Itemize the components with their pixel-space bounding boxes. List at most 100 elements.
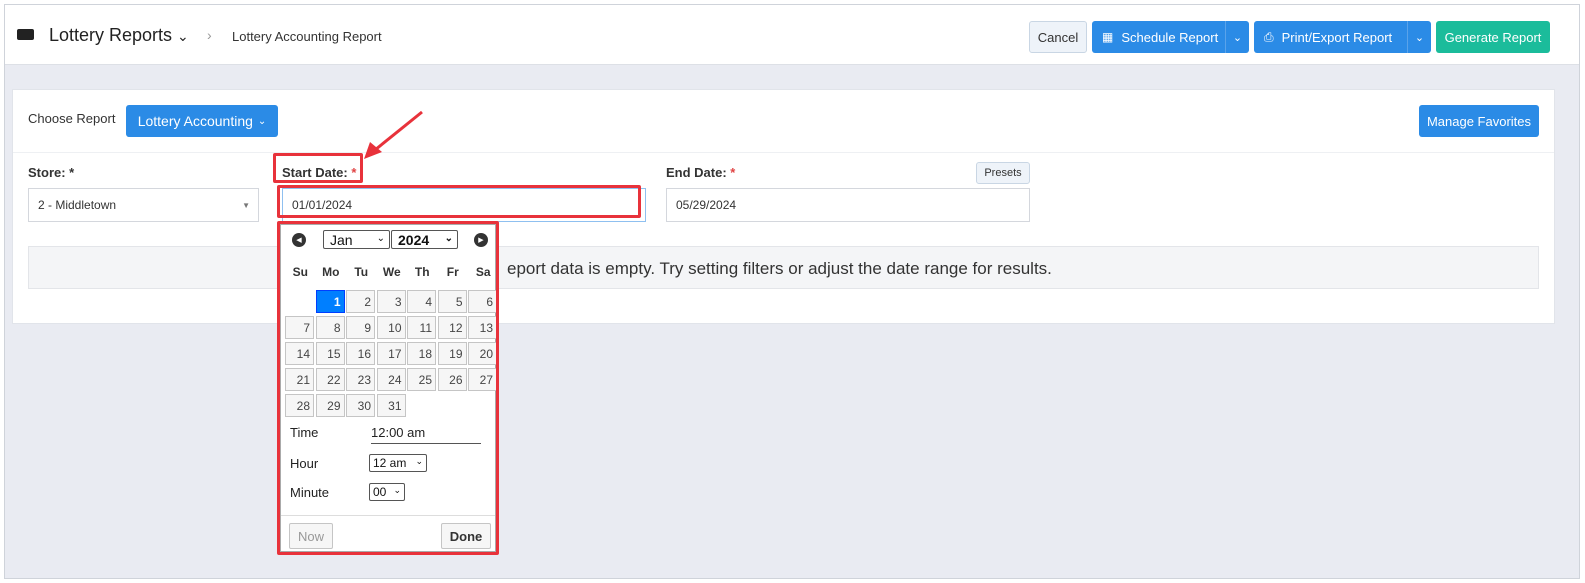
calendar-day[interactable]: 26: [437, 368, 467, 391]
chevron-down-icon: ⌄: [257, 115, 267, 127]
chevron-right-icon: ›: [207, 27, 212, 43]
calendar-day[interactable]: 11: [407, 316, 436, 339]
calendar-grid: 1 2 3 4 5 6 7 8 9 10 11 12 13 14 15 16 17 18 19 20 21 22 23 24 2…: [285, 290, 499, 420]
hour-select-value: 12 am: [373, 456, 407, 470]
generate-report-button[interactable]: Generate Report: [1436, 21, 1550, 53]
annotation-arrow-icon: [364, 110, 423, 159]
calendar-empty-cell: [438, 394, 467, 417]
divider: [13, 152, 1554, 153]
calendar-day[interactable]: 17: [376, 342, 406, 365]
calendar-week-row: 123456: [285, 290, 499, 316]
calendar-day[interactable]: 3: [376, 290, 406, 313]
calendar-day[interactable]: 4: [407, 290, 436, 313]
chevron-down-icon: ⌄: [415, 456, 423, 466]
calendar-day[interactable]: 6: [468, 290, 497, 313]
calendar-day[interactable]: 28: [285, 394, 314, 417]
calendar-day[interactable]: 5: [437, 290, 467, 313]
presets-button[interactable]: Presets: [976, 162, 1030, 184]
weekday-label: Fr: [446, 265, 459, 279]
calendar-day[interactable]: 8: [315, 316, 345, 339]
print-dropdown-toggle[interactable]: ⌄: [1407, 21, 1431, 53]
time-label: Time: [290, 425, 319, 440]
calendar-day[interactable]: 29: [315, 394, 345, 417]
chevron-down-icon: ⌄: [444, 233, 453, 244]
calendar-day[interactable]: 30: [346, 394, 375, 417]
year-select[interactable]: 2024 ⌄: [391, 230, 458, 249]
calendar-empty-cell: [407, 394, 436, 417]
calendar-day[interactable]: 18: [407, 342, 436, 365]
calendar-empty-cell: [285, 290, 314, 313]
chevron-down-icon: ⌄: [376, 233, 385, 244]
manage-favorites-button[interactable]: Manage Favorites: [1419, 105, 1539, 137]
calendar-day[interactable]: 1: [315, 290, 345, 313]
hour-select[interactable]: 12 am ⌄: [369, 454, 427, 472]
calendar-day[interactable]: 13: [468, 316, 497, 339]
calendar-day[interactable]: 22: [315, 368, 345, 391]
calendar-day[interactable]: 25: [407, 368, 436, 391]
schedule-dropdown-toggle[interactable]: ⌄: [1225, 21, 1249, 53]
ticket-icon: [17, 29, 34, 40]
empty-message: eport data is empty. Try setting filters…: [507, 259, 1052, 278]
end-date-label-text: End Date:: [666, 165, 727, 180]
choose-report-label: Choose Report: [28, 111, 116, 126]
report-panel: Choose Report Lottery Accounting ⌄ Manag…: [12, 89, 1555, 324]
minute-select-value: 00: [373, 485, 387, 499]
prev-month-icon[interactable]: ◀: [292, 233, 306, 247]
month-select-value: Jan: [330, 231, 353, 248]
weekday-label: Th: [414, 265, 430, 279]
start-date-label-text: Start Date:: [282, 165, 348, 180]
chevron-down-icon: ⌄: [393, 485, 401, 495]
top-bar: Lottery Reports ⌄ › Lottery Accounting R…: [5, 5, 1579, 65]
next-month-icon[interactable]: ▶: [474, 233, 488, 247]
print-export-button[interactable]: ⎙ Print/Export Report ⌄: [1254, 21, 1431, 53]
calendar-day[interactable]: 2: [346, 290, 375, 313]
calendar-day[interactable]: 27: [468, 368, 497, 391]
report-dropdown-label: Lottery Accounting: [137, 113, 253, 129]
calendar-day[interactable]: 14: [285, 342, 314, 365]
calendar-day[interactable]: 7: [285, 316, 314, 339]
weekday-label: Mo: [322, 265, 340, 279]
datepicker: ◀ Jan ⌄ 2024 ⌄ ▶ Su Mo Tu We Th Fr Sa 12…: [280, 224, 499, 552]
datepicker-footer-divider: [281, 515, 495, 516]
app-frame: Lottery Reports ⌄ › Lottery Accounting R…: [4, 4, 1580, 579]
calendar-week-row: 14 15 16 17 18 19 20: [285, 342, 499, 368]
store-label: Store: *: [28, 165, 75, 180]
calendar-day[interactable]: 15: [315, 342, 345, 365]
calendar-day[interactable]: 23: [346, 368, 375, 391]
app-title[interactable]: Lottery Reports: [49, 25, 172, 46]
calendar-empty-cell: [468, 394, 497, 417]
store-select[interactable]: 2 - Middletown ▼: [28, 188, 259, 222]
print-export-label: Print/Export Report: [1281, 29, 1393, 45]
calendar-icon: ▦: [1102, 30, 1114, 44]
calendar-day[interactable]: 21: [285, 368, 314, 391]
done-button[interactable]: Done: [441, 523, 491, 549]
calendar-day[interactable]: 24: [376, 368, 406, 391]
calendar-week-row: 7 8 9 10 11 12 13: [285, 316, 499, 342]
weekday-label: Su: [292, 265, 308, 279]
minute-select[interactable]: 00 ⌄: [369, 483, 405, 501]
calendar-day[interactable]: 16: [346, 342, 375, 365]
time-value: 12:00 am: [371, 425, 481, 444]
start-date-input[interactable]: 01/01/2024: [282, 188, 646, 222]
start-date-label: Start Date: *: [282, 165, 356, 180]
cancel-button[interactable]: Cancel: [1029, 21, 1087, 53]
chevron-down-icon[interactable]: ⌄: [177, 28, 189, 45]
minute-label: Minute: [290, 485, 330, 500]
now-button[interactable]: Now: [289, 523, 333, 549]
weekday-header: Su Mo Tu We Th Fr Sa: [285, 265, 499, 279]
required-mark: *: [351, 165, 357, 180]
hour-label: Hour: [290, 456, 319, 471]
calendar-day[interactable]: 20: [468, 342, 497, 365]
month-select[interactable]: Jan ⌄: [323, 230, 390, 249]
calendar-day[interactable]: 10: [376, 316, 406, 339]
calendar-week-row: 21 22 23 24 25 26 27: [285, 368, 499, 394]
schedule-report-button[interactable]: ▦ Schedule Report ⌄: [1092, 21, 1249, 53]
calendar-day[interactable]: 12: [437, 316, 467, 339]
schedule-report-label: Schedule Report: [1121, 29, 1219, 45]
breadcrumb: Lottery Accounting Report: [232, 29, 382, 44]
report-dropdown[interactable]: Lottery Accounting ⌄: [126, 105, 278, 137]
end-date-input[interactable]: 05/29/2024: [666, 188, 1030, 222]
calendar-day[interactable]: 9: [346, 316, 375, 339]
calendar-day[interactable]: 31: [376, 394, 406, 417]
calendar-day[interactable]: 19: [437, 342, 467, 365]
